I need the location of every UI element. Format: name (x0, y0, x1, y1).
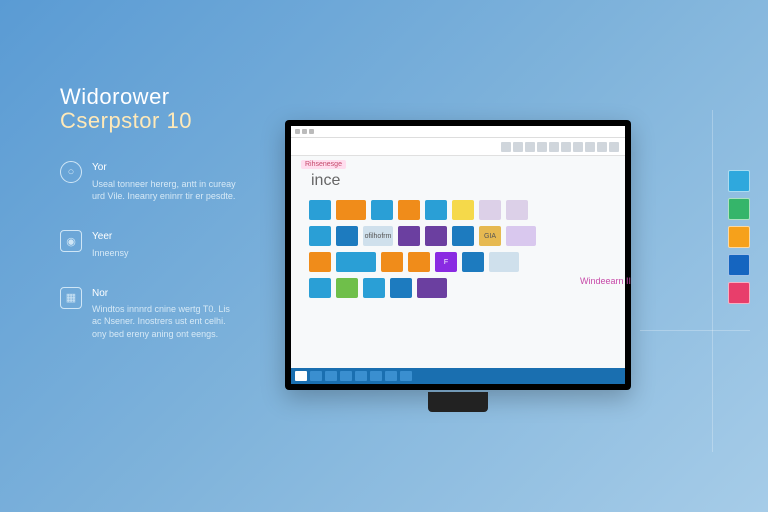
monitor-frame: Rihsenesge ince ofilhofrm GIA F Windeearn … (285, 120, 631, 390)
promo-sidebar: Widorower Cserpstor 10 ○ Yor Useal tonne… (60, 85, 240, 340)
start-button[interactable] (295, 371, 307, 381)
app-tile[interactable] (381, 252, 403, 272)
circle-icon: ○ (60, 161, 82, 183)
app-tile[interactable] (506, 200, 528, 220)
tile-row (309, 200, 607, 220)
feature-text: Windtos innnrd cnine wertg T0. Lis ac Ns… (92, 303, 240, 339)
window-icon: ▦ (60, 287, 82, 309)
feature-item: ○ Yor Useal tonneer hererg, antt in cure… (60, 161, 240, 202)
app-tile[interactable] (398, 226, 420, 246)
brand-line1: Widorower (60, 85, 240, 109)
feature-item: ▦ Nor Windtos innnrd cnine wertg T0. Lis… (60, 287, 240, 340)
app-tile[interactable] (462, 252, 484, 272)
titlebar-control-icon[interactable] (295, 129, 300, 134)
page-title: ince (311, 172, 607, 190)
brand-line2: Cserpstor 10 (60, 109, 240, 133)
app-tile[interactable] (390, 278, 412, 298)
palette-swatch[interactable] (728, 198, 750, 220)
taskbar[interactable] (291, 368, 625, 384)
ribbon-button[interactable] (609, 142, 619, 152)
toolbar-ribbon (291, 138, 625, 156)
feature-text: Useal tonneer hererg, antt in cureay urd… (92, 178, 240, 202)
app-tile[interactable] (309, 278, 331, 298)
ribbon-button[interactable] (537, 142, 547, 152)
feature-text: Inneensy (92, 247, 129, 259)
ribbon-button[interactable] (561, 142, 571, 152)
taskbar-item[interactable] (325, 371, 337, 381)
app-tile[interactable]: F (435, 252, 457, 272)
palette-swatch[interactable] (728, 170, 750, 192)
app-tile[interactable] (371, 200, 393, 220)
feature-title: Yeer (92, 230, 129, 244)
taskbar-item[interactable] (385, 371, 397, 381)
app-tile[interactable] (417, 278, 447, 298)
app-tile[interactable] (452, 226, 474, 246)
ribbon-button[interactable] (585, 142, 595, 152)
tile-row: F (309, 252, 607, 272)
titlebar-control-icon[interactable] (302, 129, 307, 134)
taskbar-item[interactable] (340, 371, 352, 381)
app-tile[interactable] (408, 252, 430, 272)
app-tile[interactable] (398, 200, 420, 220)
app-tile[interactable] (309, 200, 331, 220)
taskbar-item[interactable] (370, 371, 382, 381)
taskbar-item[interactable] (355, 371, 367, 381)
palette-swatch[interactable] (728, 254, 750, 276)
app-tile[interactable]: ofilhofrm (363, 226, 393, 246)
grid-caption: Windeearn II (580, 276, 631, 286)
feature-title: Yor (92, 161, 240, 175)
app-tile[interactable]: GIA (479, 226, 501, 246)
app-tile[interactable] (309, 252, 331, 272)
feature-item: ◉ Yeer Inneensy (60, 230, 240, 259)
app-tile[interactable] (336, 252, 376, 272)
palette-swatch[interactable] (728, 282, 750, 304)
app-tile[interactable] (425, 200, 447, 220)
ribbon-button[interactable] (573, 142, 583, 152)
app-tile[interactable] (309, 226, 331, 246)
tile-row: ofilhofrm GIA (309, 226, 607, 246)
app-tile[interactable] (363, 278, 385, 298)
app-tile[interactable] (336, 278, 358, 298)
ribbon-button[interactable] (597, 142, 607, 152)
tile-grid: ofilhofrm GIA F (309, 200, 607, 298)
ribbon-button[interactable] (513, 142, 523, 152)
guide-line (712, 110, 713, 452)
window-titlebar[interactable] (291, 126, 625, 138)
monitor-stand (428, 392, 488, 412)
ribbon-button[interactable] (549, 142, 559, 152)
ribbon-button[interactable] (525, 142, 535, 152)
app-tile[interactable] (479, 200, 501, 220)
taskbar-item[interactable] (310, 371, 322, 381)
app-tile[interactable] (452, 200, 474, 220)
app-tile[interactable] (425, 226, 447, 246)
app-tile[interactable] (336, 226, 358, 246)
camera-icon: ◉ (60, 230, 82, 252)
titlebar-control-icon[interactable] (309, 129, 314, 134)
desktop-screen: Rihsenesge ince ofilhofrmGIAF Windeearn … (291, 126, 625, 384)
app-tile[interactable] (336, 200, 366, 220)
ribbon-button[interactable] (501, 142, 511, 152)
taskbar-item[interactable] (400, 371, 412, 381)
color-palette (728, 170, 750, 304)
tile-row (309, 278, 607, 298)
address-chip[interactable]: Rihsenesge (301, 160, 346, 169)
app-canvas: Rihsenesge ince ofilhofrmGIAF Windeearn … (291, 156, 625, 368)
feature-title: Nor (92, 287, 240, 301)
palette-swatch[interactable] (728, 226, 750, 248)
app-tile[interactable] (489, 252, 519, 272)
app-tile[interactable] (506, 226, 536, 246)
guide-line (640, 330, 750, 331)
